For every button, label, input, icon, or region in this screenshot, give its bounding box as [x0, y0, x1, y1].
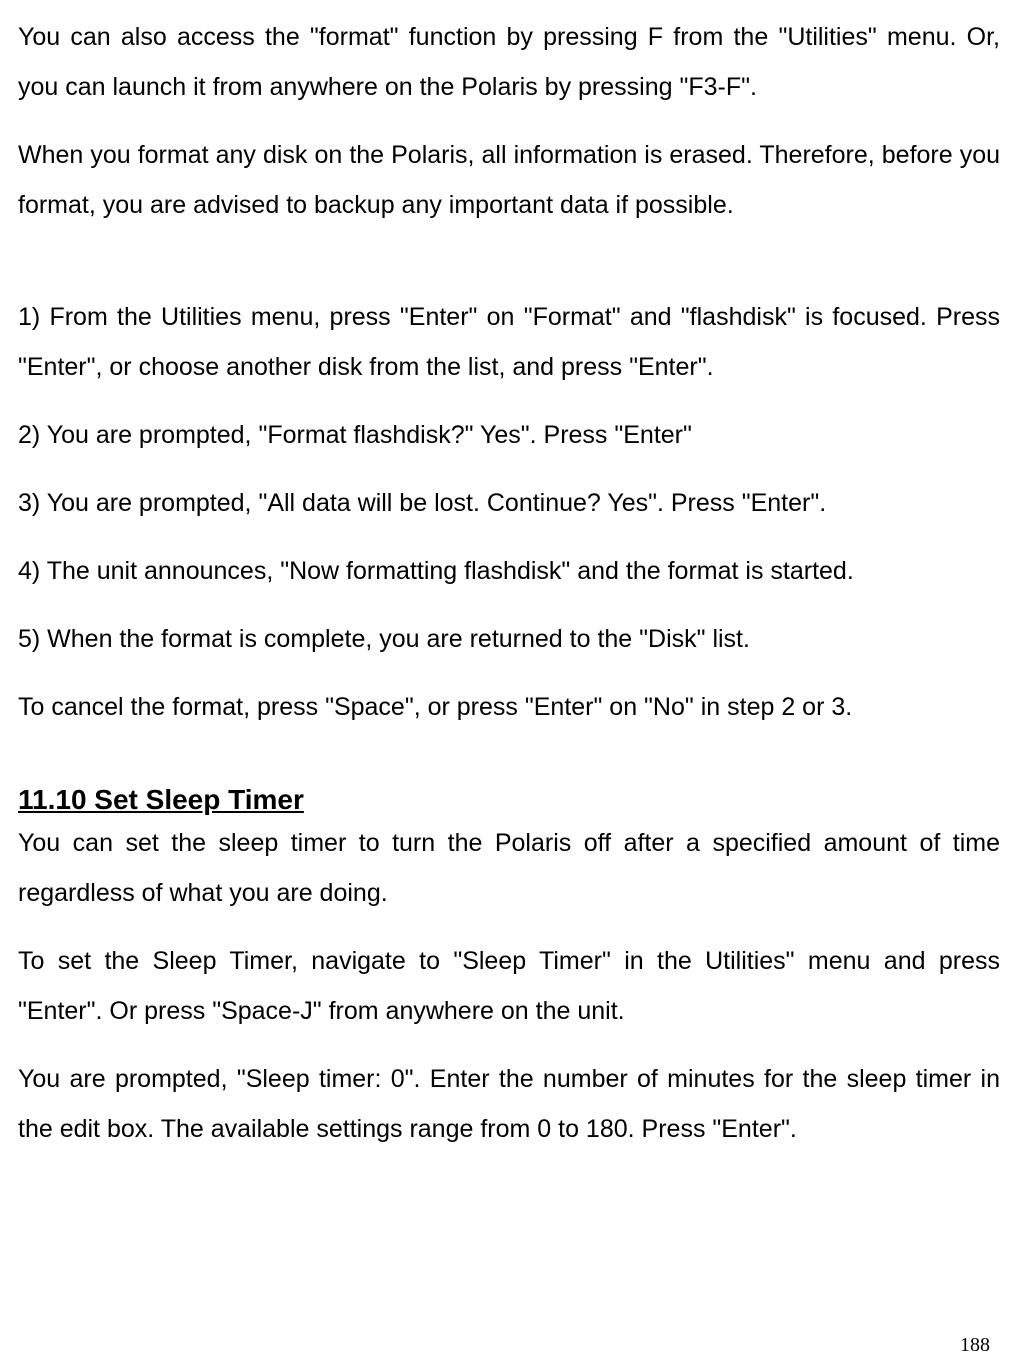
page-number: 188: [960, 1334, 990, 1357]
section-paragraph-3: You are prompted, "Sleep timer: 0". Ente…: [18, 1054, 1000, 1154]
spacer: [18, 750, 1000, 784]
step-5: 5) When the format is complete, you are …: [18, 614, 1000, 664]
step-4: 4) The unit announces, "Now formatting f…: [18, 546, 1000, 596]
cancel-note: To cancel the format, press "Space", or …: [18, 682, 1000, 732]
document-page: You can also access the "format" functio…: [0, 0, 1010, 1371]
step-1: 1) From the Utilities menu, press "Enter…: [18, 292, 1000, 392]
paragraph-intro-2: When you format any disk on the Polaris,…: [18, 130, 1000, 230]
step-3: 3) You are prompted, "All data will be l…: [18, 478, 1000, 528]
paragraph-intro-1: You can also access the "format" functio…: [18, 12, 1000, 112]
section-paragraph-2: To set the Sleep Timer, navigate to "Sle…: [18, 936, 1000, 1036]
section-paragraph-1: You can set the sleep timer to turn the …: [18, 818, 1000, 918]
step-2: 2) You are prompted, "Format flashdisk?"…: [18, 410, 1000, 460]
section-heading-sleep-timer: 11.10 Set Sleep Timer: [18, 784, 1000, 816]
spacer: [18, 248, 1000, 292]
